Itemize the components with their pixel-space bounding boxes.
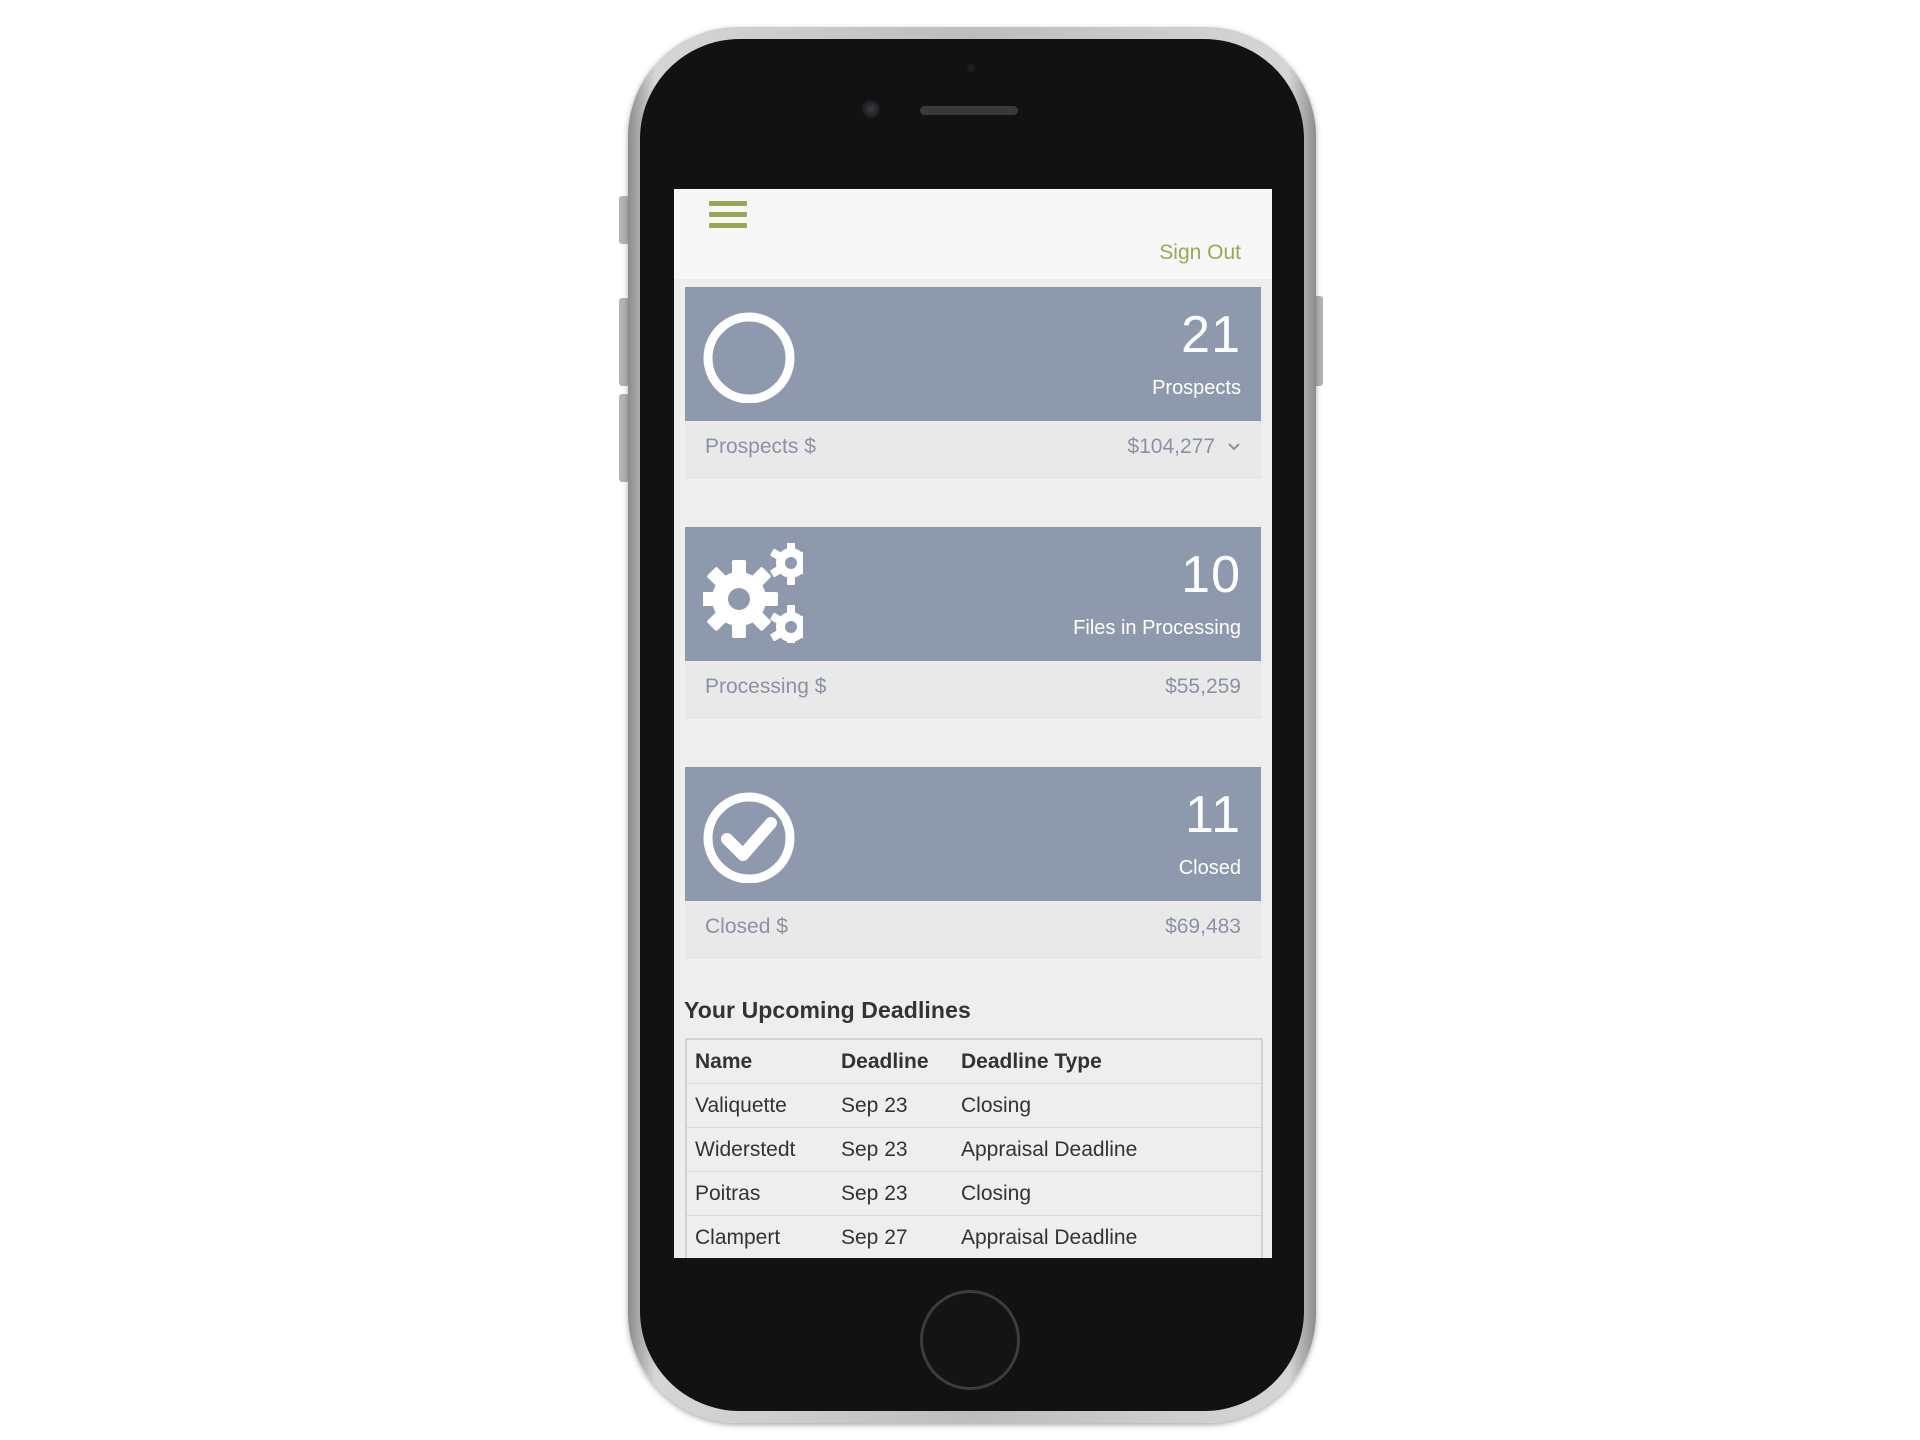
prospects-count: 21 bbox=[1181, 306, 1241, 364]
card-header: 21 Prospects bbox=[685, 287, 1261, 421]
closed-amount-label: Closed $ bbox=[705, 915, 788, 938]
column-header-name: Name bbox=[687, 1040, 833, 1084]
closed-amount-value: $69,483 bbox=[1165, 915, 1241, 938]
processing-amount-label: Processing $ bbox=[705, 675, 827, 698]
deadlines-heading: Your Upcoming Deadlines bbox=[684, 997, 971, 1023]
processing-label: Files in Processing bbox=[1073, 617, 1241, 639]
card-footer: Closed $ $69,483 bbox=[685, 901, 1261, 958]
closed-count: 11 bbox=[1185, 786, 1241, 844]
proximity-sensor bbox=[967, 64, 975, 72]
closed-label: Closed bbox=[1178, 857, 1241, 879]
table-row[interactable]: Poitras Sep 23 Closing bbox=[687, 1171, 1261, 1216]
prospects-card[interactable]: 21 Prospects Prospects $ $104,277 bbox=[685, 287, 1261, 478]
sign-out-link[interactable]: Sign Out bbox=[1159, 241, 1241, 265]
column-header-deadline: Deadline bbox=[833, 1040, 953, 1084]
cell-name: Widerstedt bbox=[687, 1127, 833, 1172]
earpiece-speaker bbox=[920, 106, 1018, 115]
card-header: 11 Closed bbox=[685, 767, 1261, 901]
processing-card[interactable]: 10 Files in Processing Processing $ $55,… bbox=[685, 527, 1261, 718]
circle-outline-icon bbox=[703, 312, 795, 403]
card-footer: Prospects $ $104,277 bbox=[685, 421, 1261, 478]
column-header-deadline-type: Deadline Type bbox=[953, 1040, 1261, 1084]
cell-name: Clampert bbox=[687, 1215, 833, 1258]
gears-icon bbox=[703, 543, 803, 643]
deadlines-table: Name Deadline Deadline Type Valiquette S… bbox=[685, 1038, 1263, 1258]
chevron-down-icon[interactable] bbox=[1227, 442, 1241, 452]
front-camera bbox=[862, 100, 880, 118]
card-header: 10 Files in Processing bbox=[685, 527, 1261, 661]
card-footer: Processing $ $55,259 bbox=[685, 661, 1261, 718]
cell-deadline-type: Appraisal Deadline bbox=[953, 1127, 1261, 1172]
cell-name: Valiquette bbox=[687, 1083, 833, 1128]
prospects-label: Prospects bbox=[1152, 377, 1241, 399]
cell-deadline: Sep 23 bbox=[833, 1083, 953, 1128]
cell-deadline: Sep 23 bbox=[833, 1171, 953, 1216]
table-header-row: Name Deadline Deadline Type bbox=[687, 1040, 1261, 1084]
processing-amount-value: $55,259 bbox=[1165, 675, 1241, 698]
processing-count: 10 bbox=[1181, 546, 1241, 604]
cell-deadline-type: Appraisal Deadline bbox=[953, 1215, 1261, 1258]
table-row[interactable]: Clampert Sep 27 Appraisal Deadline bbox=[687, 1215, 1261, 1258]
cell-deadline: Sep 23 bbox=[833, 1127, 953, 1172]
hamburger-menu-icon[interactable] bbox=[709, 201, 747, 235]
cell-deadline: Sep 27 bbox=[833, 1215, 953, 1258]
cell-name: Poitras bbox=[687, 1171, 833, 1216]
prospects-amount-label: Prospects $ bbox=[705, 435, 816, 458]
table-row[interactable]: Valiquette Sep 23 Closing bbox=[687, 1083, 1261, 1128]
table-row[interactable]: Widerstedt Sep 23 Appraisal Deadline bbox=[687, 1127, 1261, 1172]
cell-deadline-type: Closing bbox=[953, 1171, 1261, 1216]
check-circle-icon bbox=[703, 792, 795, 883]
closed-card[interactable]: 11 Closed Closed $ $69,483 bbox=[685, 767, 1261, 958]
app-screen: Sign Out 21 Prospects Prospects $ $104,2… bbox=[674, 189, 1272, 1258]
home-button bbox=[920, 1290, 1020, 1390]
top-bar: Sign Out bbox=[674, 189, 1272, 279]
cell-deadline-type: Closing bbox=[953, 1083, 1261, 1128]
prospects-amount-value: $104,277 bbox=[1127, 435, 1215, 458]
